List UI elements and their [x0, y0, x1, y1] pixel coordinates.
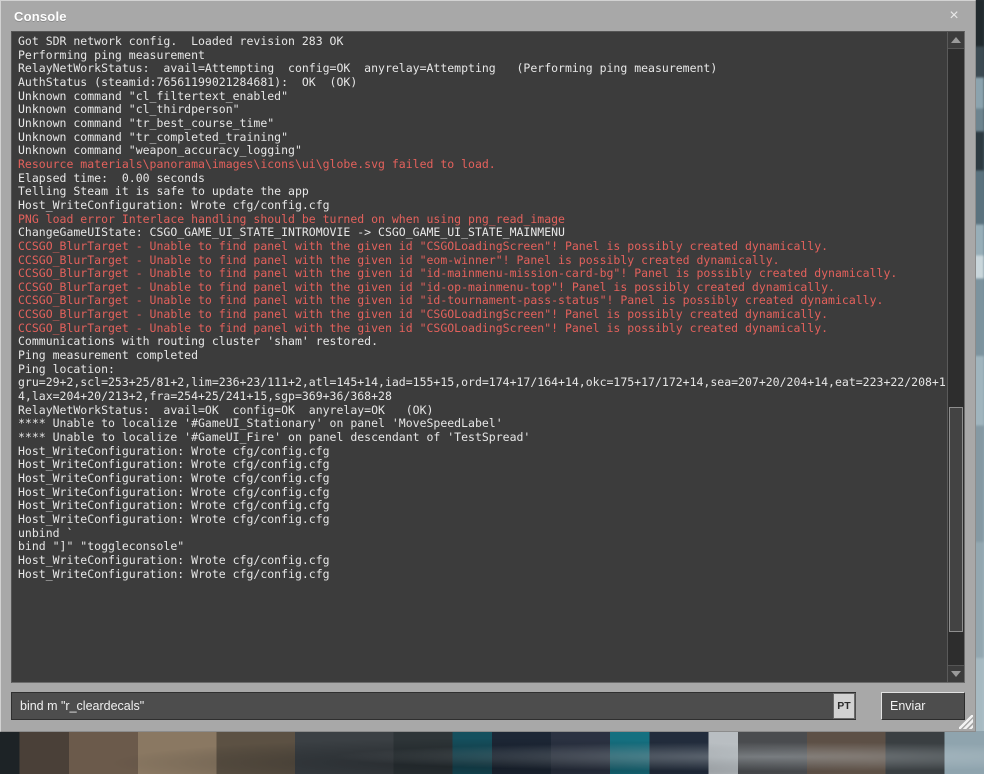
console-log-line: Got SDR network config. Loaded revision …	[18, 35, 947, 49]
resize-grip-icon[interactable]	[959, 715, 973, 729]
scroll-down-arrow-icon[interactable]	[948, 665, 964, 682]
page-title: Console	[14, 9, 67, 24]
console-log-line: unbind `	[18, 527, 947, 541]
console-log-line: Communications with routing cluster 'sha…	[18, 335, 947, 349]
console-log-line: Unknown command "weapon_accuracy_logging…	[18, 144, 947, 158]
console-log-line: Unknown command "tr_completed_training"	[18, 131, 947, 145]
console-log-line: Resource materials\panorama\images\icons…	[18, 158, 947, 172]
console-log-line: AuthStatus (steamid:76561199021284681): …	[18, 76, 947, 90]
console-log-line: Host_WriteConfiguration: Wrote cfg/confi…	[18, 199, 947, 213]
console-log-line: Ping location:	[18, 363, 947, 377]
console-log-line: Host_WriteConfiguration: Wrote cfg/confi…	[18, 513, 947, 527]
close-icon[interactable]: ×	[943, 5, 965, 27]
console-log-line: **** Unable to localize '#GameUI_Fire' o…	[18, 431, 947, 445]
console-log-line: RelayNetWorkStatus: avail=OK config=OK a…	[18, 404, 947, 418]
console-log-line: CCSGO_BlurTarget - Unable to find panel …	[18, 254, 947, 268]
console-log-line: Host_WriteConfiguration: Wrote cfg/confi…	[18, 445, 947, 459]
console-log-line: CCSGO_BlurTarget - Unable to find panel …	[18, 308, 947, 322]
console-log-line: Elapsed time: 0.00 seconds	[18, 172, 947, 186]
console-log-line: PNG load error Interlace handling should…	[18, 213, 947, 227]
console-log-line: Host_WriteConfiguration: Wrote cfg/confi…	[18, 472, 947, 486]
console-log-line: Ping measurement completed	[18, 349, 947, 363]
title-bar[interactable]: Console ×	[1, 1, 975, 31]
console-log-region: Got SDR network config. Loaded revision …	[11, 31, 965, 683]
console-log-line: CCSGO_BlurTarget - Unable to find panel …	[18, 322, 947, 336]
console-log-line: ChangeGameUIState: CSGO_GAME_UI_STATE_IN…	[18, 226, 947, 240]
console-scrollbar[interactable]	[947, 32, 964, 682]
command-input-wrapper[interactable]: PT	[11, 692, 856, 720]
console-log-line: gru=29+2,scl=253+25/81+2,lim=236+23/111+…	[18, 376, 947, 403]
scroll-up-arrow-icon[interactable]	[948, 32, 964, 49]
submit-button[interactable]: Enviar	[881, 692, 965, 720]
console-log-line: Unknown command "tr_best_course_time"	[18, 117, 947, 131]
console-log-line: Host_WriteConfiguration: Wrote cfg/confi…	[18, 499, 947, 513]
console-log-line: CCSGO_BlurTarget - Unable to find panel …	[18, 294, 947, 308]
console-window: Console × Got SDR network config. Loaded…	[0, 0, 976, 732]
game-background-bottom-strip	[0, 731, 984, 774]
console-log-line: Unknown command "cl_thirdperson"	[18, 103, 947, 117]
console-log-line: Unknown command "cl_filtertext_enabled"	[18, 90, 947, 104]
console-log-output[interactable]: Got SDR network config. Loaded revision …	[12, 32, 947, 682]
console-log-line: Host_WriteConfiguration: Wrote cfg/confi…	[18, 554, 947, 568]
console-log-line: Performing ping measurement	[18, 49, 947, 63]
scrollbar-thumb[interactable]	[949, 407, 963, 632]
console-log-line: Host_WriteConfiguration: Wrote cfg/confi…	[18, 486, 947, 500]
console-log-line: CCSGO_BlurTarget - Unable to find panel …	[18, 267, 947, 281]
console-log-line: bind "]" "toggleconsole"	[18, 540, 947, 554]
console-log-line: CCSGO_BlurTarget - Unable to find panel …	[18, 281, 947, 295]
console-log-line: CCSGO_BlurTarget - Unable to find panel …	[18, 240, 947, 254]
console-log-line: Host_WriteConfiguration: Wrote cfg/confi…	[18, 568, 947, 582]
console-log-line: Host_WriteConfiguration: Wrote cfg/confi…	[18, 458, 947, 472]
console-log-line: **** Unable to localize '#GameUI_Station…	[18, 417, 947, 431]
console-log-line: Telling Steam it is safe to update the a…	[18, 185, 947, 199]
console-input-row: PT Enviar	[1, 683, 975, 731]
command-input[interactable]	[12, 693, 833, 719]
language-indicator-badge[interactable]: PT	[833, 693, 855, 719]
console-log-line: RelayNetWorkStatus: avail=Attempting con…	[18, 62, 947, 76]
